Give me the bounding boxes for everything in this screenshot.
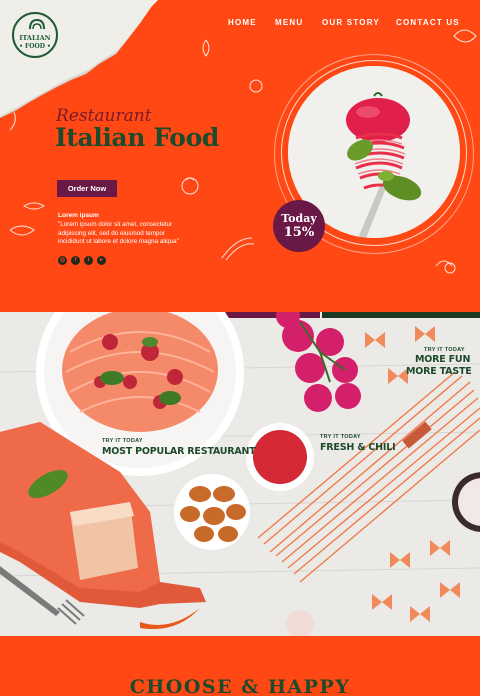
hero-section: ITALIAN • FOOD • HOME MENU OUR STORY CON… [0, 0, 480, 312]
fresh-big-label: FRESH & CHILI [320, 442, 396, 453]
top-nav: HOME MENU OUR STORY CONTACT US [0, 18, 480, 32]
nav-menu[interactable]: MENU [275, 18, 303, 27]
popular-small-label: TRY IT TODAY [102, 438, 143, 444]
instagram-icon[interactable]: ◎ [58, 256, 67, 265]
more-taste-label: MORE TASTE [406, 366, 472, 377]
fresh-small-label: TRY IT TODAY [320, 434, 361, 440]
facebook-icon[interactable]: f [71, 256, 80, 265]
badge-line2: 15% [283, 225, 315, 240]
hero-title: Italian Food [55, 123, 219, 152]
ingredients-photo: TRY IT TODAY MOST POPULAR RESTAURANT TRY… [0, 312, 480, 636]
logo-text-line1: ITALIAN [19, 34, 51, 42]
nav-contact-us[interactable]: CONTACT US [396, 18, 460, 27]
hero-lorem-body: "Lorem ipsum dolor sit amet, consectetur… [58, 221, 179, 245]
badge-line1: Today [281, 212, 317, 225]
nav-home[interactable]: HOME [228, 18, 257, 27]
more-small-label: TRY IT TODAY [424, 347, 465, 353]
nav-our-story[interactable]: OUR STORY [322, 18, 380, 27]
discount-badge: Today 15% [273, 200, 325, 252]
more-fun-label: MORE FUN [415, 354, 471, 365]
choose-happy-headline: CHOOSE & HAPPY [129, 676, 351, 696]
order-now-button[interactable]: Order Now [57, 180, 117, 197]
logo-text-line2: • FOOD • [19, 43, 51, 50]
youtube-icon[interactable]: ▸ [97, 256, 106, 265]
popular-big-label: MOST POPULAR RESTAURANT [102, 446, 256, 457]
hero-lorem-heading: Lorem ipsum [58, 212, 99, 219]
ingredients-illustration [0, 312, 480, 636]
twitter-icon[interactable]: t [84, 256, 93, 265]
